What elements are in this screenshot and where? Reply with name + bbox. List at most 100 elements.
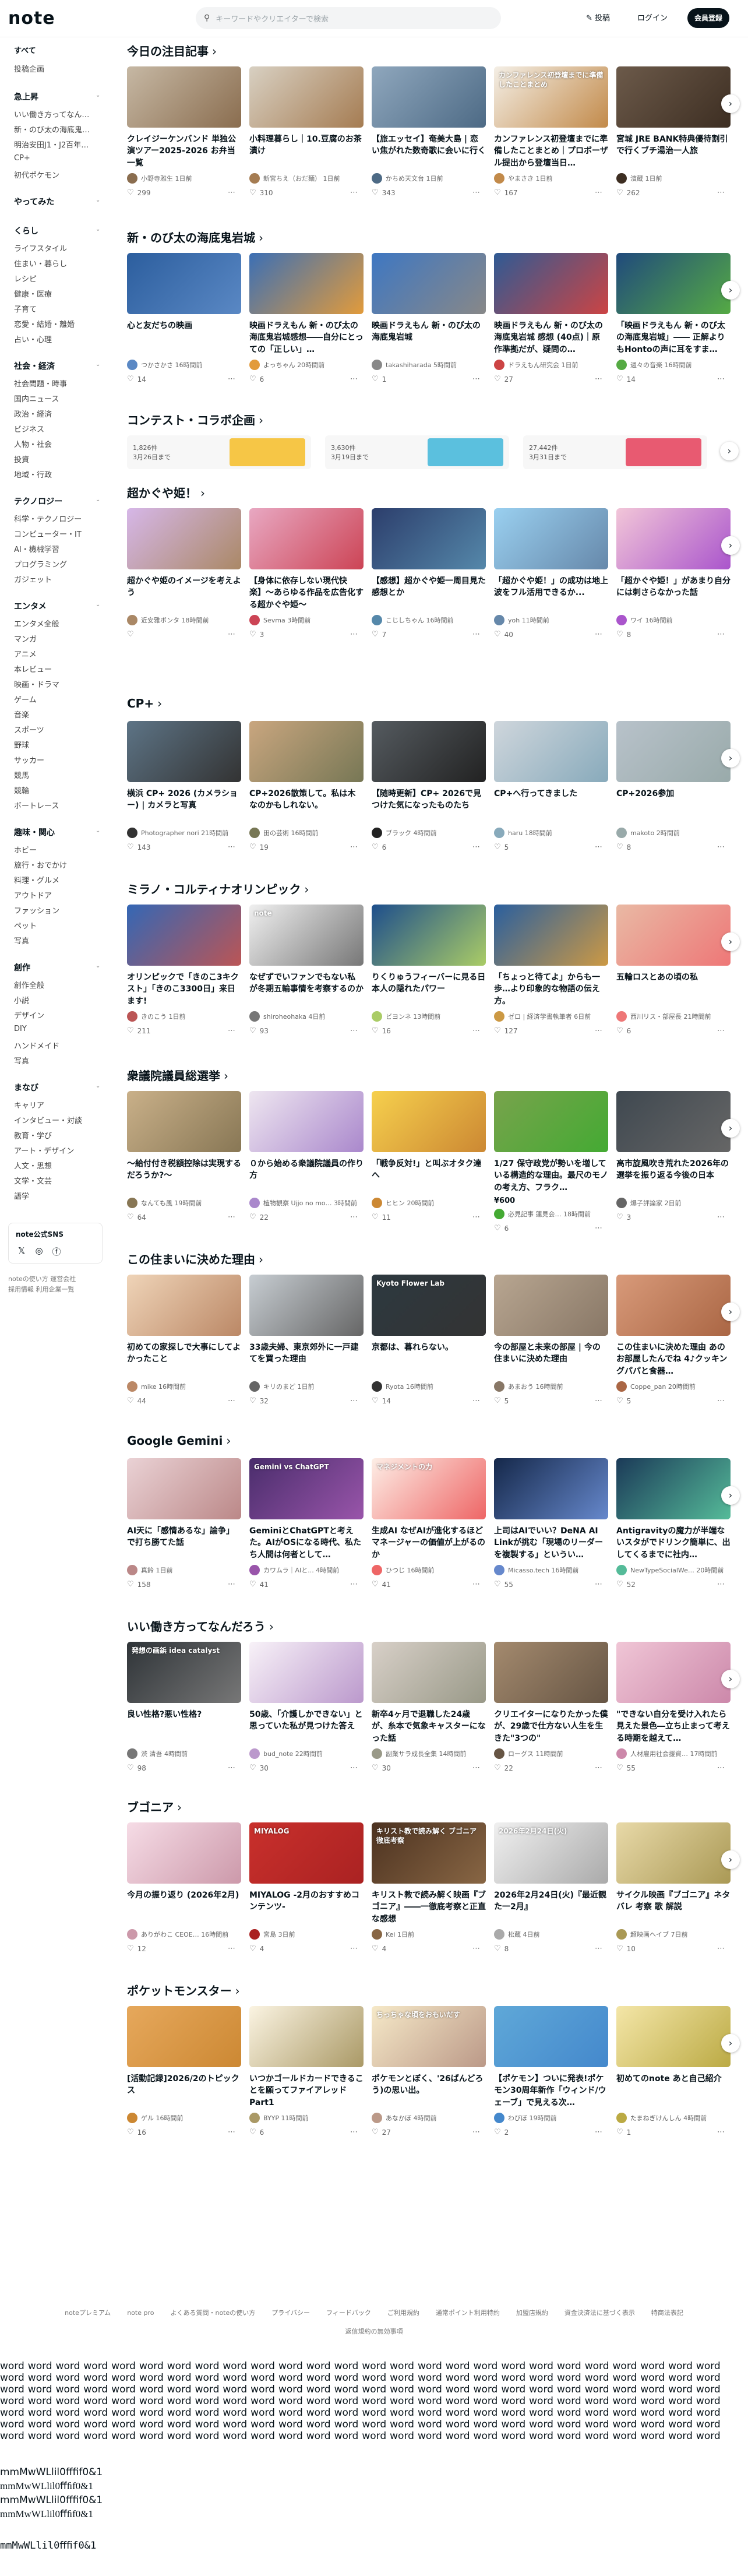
- footer-link[interactable]: 加盟店規約: [516, 2309, 548, 2317]
- heart-icon[interactable]: ♡: [372, 1213, 379, 1222]
- heart-icon[interactable]: ♡: [616, 630, 623, 639]
- article-title[interactable]: 超かぐや姫のイメージを考えよう: [127, 575, 241, 611]
- heart-icon[interactable]: ♡: [127, 1396, 134, 1405]
- more-icon[interactable]: ⋯: [595, 2128, 602, 2137]
- article-title[interactable]: 良い性格?悪い性格?: [127, 1709, 241, 1745]
- more-icon[interactable]: ⋯: [228, 1396, 235, 1405]
- article-thumbnail[interactable]: [372, 721, 486, 782]
- article-title[interactable]: いつかゴールドカードできることを願ってファイアレッドPart1: [249, 2073, 364, 2109]
- sidebar-item[interactable]: 子育て: [14, 303, 37, 314]
- heart-icon[interactable]: ♡: [494, 1026, 501, 1035]
- article-title[interactable]: 横浜 CP+ 2026 (カメラショー) | カメラと写真: [127, 788, 241, 824]
- more-icon[interactable]: ⋯: [595, 1396, 602, 1405]
- sidebar-item[interactable]: ハンドメイド: [14, 1040, 59, 1051]
- x-icon[interactable]: 𝕏: [16, 1245, 27, 1257]
- article-author[interactable]: きのこう 1日前: [127, 1011, 241, 1022]
- article-author[interactable]: カワムラ｜AIと... 4時間前: [249, 1565, 364, 1575]
- article-thumbnail[interactable]: [494, 2006, 608, 2067]
- article-thumbnail[interactable]: [616, 1822, 731, 1884]
- more-icon[interactable]: ⋯: [472, 2128, 480, 2137]
- article-thumbnail[interactable]: カンファレンス初登壇までに準備したことまとめ: [494, 66, 608, 128]
- more-icon[interactable]: ⋯: [472, 188, 480, 197]
- article-title[interactable]: 高市旋風吹き荒れた2026年の選挙を振り返る今後の日本: [616, 1158, 731, 1194]
- article-card[interactable]: 〜給付付き税額控除は実現するだろうか?〜 なんても風 19時間前 ♡ 64 ⋯: [127, 1091, 241, 1222]
- sidebar-item[interactable]: 創作全般: [14, 979, 44, 990]
- article-title[interactable]: 新卒4ヶ月で退職した24歳が、糸本で気象キャスターになった話: [372, 1709, 486, 1745]
- article-card[interactable]: 【身体に依存しない現代快楽】〜あらゆる作品を広告化する超かぐや姫〜 Sevma 3…: [249, 508, 364, 639]
- article-card[interactable]: [活動記録]2026/2のトピックス ゲル 16時間前 ♡ 16 ⋯: [127, 2006, 241, 2137]
- article-author[interactable]: 田の芸術 16時間前: [249, 828, 364, 838]
- more-icon[interactable]: ⋯: [350, 188, 358, 197]
- article-title[interactable]: 心と友だちの映画: [127, 320, 241, 356]
- article-card[interactable]: Kyoto Flower Lab 京都は、暮れらない。 Ryota 16時間前 ♡ 14…: [372, 1275, 486, 1405]
- article-thumbnail[interactable]: [127, 905, 241, 966]
- article-thumbnail[interactable]: [494, 1275, 608, 1336]
- article-author[interactable]: Coppe_pan 20時間前: [616, 1381, 731, 1392]
- article-card[interactable]: 高市旋風吹き荒れた2026年の選挙を振り返る今後の日本 爆子評論家 2日前 ♡ 3 ⋯: [616, 1091, 731, 1222]
- more-icon[interactable]: ⋯: [228, 1944, 235, 1953]
- article-author[interactable]: yoh 11時間前: [494, 615, 608, 625]
- article-author[interactable]: takashiharada 5時間前: [372, 360, 486, 370]
- article-card[interactable]: 上司はAIでいい？DeNA AI Linkが挑む「現場のリーダーを複製する」とい…: [494, 1458, 608, 1589]
- heart-icon[interactable]: ♡: [494, 1764, 501, 1772]
- heart-icon[interactable]: ♡: [372, 1764, 379, 1772]
- more-icon[interactable]: ⋯: [717, 630, 725, 639]
- sidebar-item[interactable]: ガジェット: [14, 573, 52, 585]
- article-card[interactable]: 超かぐや姫のイメージを考えよう 近安雅ボンタ 18時間前 ♡ ⋯: [127, 508, 241, 639]
- sidebar-footer-links[interactable]: 採用情報 利用企業一覧: [8, 1285, 75, 1294]
- article-author[interactable]: かちめ天文台 1日前: [372, 173, 486, 184]
- article-card[interactable]: 1/27 保守政党が勢いを増している構造的な理由。最尺のモノの考え方、フラク… ¥…: [494, 1091, 608, 1233]
- heart-icon[interactable]: ♡: [616, 1213, 623, 1222]
- more-icon[interactable]: ⋯: [717, 1944, 725, 1953]
- more-icon[interactable]: ⋯: [472, 630, 480, 639]
- section-title[interactable]: Google Gemini ›: [127, 1434, 231, 1448]
- heart-icon[interactable]: ♡: [494, 375, 501, 383]
- heart-icon[interactable]: ♡: [127, 375, 134, 383]
- sidebar-group-head[interactable]: 急上昇: [14, 91, 38, 103]
- sidebar-item[interactable]: 写真: [14, 1055, 29, 1066]
- more-icon[interactable]: ⋯: [717, 1026, 725, 1035]
- article-author[interactable]: 新宮ちえ（おだ麺） 1日前: [249, 173, 364, 184]
- heart-icon[interactable]: ♡: [372, 630, 379, 639]
- article-thumbnail[interactable]: [494, 905, 608, 966]
- article-title[interactable]: 「ちょっと待てよ」からも一歩…より印象的な物語の伝え方。: [494, 972, 608, 1008]
- more-icon[interactable]: ⋯: [350, 1396, 358, 1405]
- chevron-down-icon[interactable]: ⌄: [96, 226, 100, 233]
- article-title[interactable]: 1/27 保守政党が勢いを増している構造的な理由。最尺のモノの考え方、フラク…: [494, 1158, 608, 1194]
- article-author[interactable]: ローグス 11時間前: [494, 1748, 608, 1759]
- more-icon[interactable]: ⋯: [350, 630, 358, 639]
- sidebar-item[interactable]: ホビー: [14, 844, 37, 855]
- article-title[interactable]: 小料理暮らし｜10.豆腐のお茶漬け: [249, 133, 364, 170]
- more-icon[interactable]: ⋯: [228, 188, 235, 197]
- article-thumbnail[interactable]: [616, 1642, 731, 1703]
- sidebar-group-head[interactable]: テクノロジー: [14, 495, 62, 507]
- article-author[interactable]: 副業サラ成長全集 14時間前: [372, 1748, 486, 1759]
- sidebar-item[interactable]: サッカー: [14, 754, 44, 765]
- more-icon[interactable]: ⋯: [228, 2128, 235, 2137]
- article-author[interactable]: 植物観察 Ujjo no mo… 3時間前: [249, 1198, 364, 1208]
- sidebar-item[interactable]: アニメ: [14, 648, 37, 659]
- sidebar-item[interactable]: ビジネス: [14, 423, 44, 434]
- carousel-next-button[interactable]: ›: [721, 536, 740, 555]
- article-author[interactable]: つかさかさ 16時間前: [127, 360, 241, 370]
- article-title[interactable]: 「戦争反対!」と叫ぶオタク達へ: [372, 1158, 486, 1194]
- heart-icon[interactable]: ♡: [249, 188, 256, 197]
- sidebar-group-head[interactable]: エンタメ: [14, 600, 47, 612]
- sidebar-item[interactable]: キャリア: [14, 1099, 44, 1110]
- article-card[interactable]: note なぜずでいファンでもない私が冬期五輪事情を考察するのか shiroheoh…: [249, 905, 364, 1035]
- more-icon[interactable]: ⋯: [350, 2128, 358, 2137]
- more-icon[interactable]: ⋯: [228, 375, 235, 383]
- article-title[interactable]: 宮城 JRE BANK特典優待割引で行くブチ湯治一人旅: [616, 133, 731, 170]
- article-title[interactable]: CP+2026参加: [616, 788, 731, 824]
- article-title[interactable]: クリエイターになりたかった僕が、29歳で仕方ない人生を生きた"3つの": [494, 1709, 608, 1745]
- article-thumbnail[interactable]: [249, 1091, 364, 1152]
- article-card[interactable]: CP+2026参加 makoto 2時間前 ♡ 8 ⋯: [616, 721, 731, 851]
- article-thumbnail[interactable]: [616, 508, 731, 569]
- article-title[interactable]: 50歳、「介護しかできない」と思っていた私が見つけた答え: [249, 1709, 364, 1745]
- more-icon[interactable]: ⋯: [228, 1764, 235, 1772]
- article-thumbnail[interactable]: Kyoto Flower Lab: [372, 1275, 486, 1336]
- footer-link[interactable]: noteプレミアム: [65, 2309, 111, 2317]
- section-title[interactable]: ミラノ・コルティナオリンピック ›: [127, 880, 309, 897]
- article-card[interactable]: クレイジーケンバンド 単独公演ツアー2025-2026 お弁当一覧 小野寺雅生 1…: [127, 66, 241, 197]
- heart-icon[interactable]: ♡: [249, 630, 256, 639]
